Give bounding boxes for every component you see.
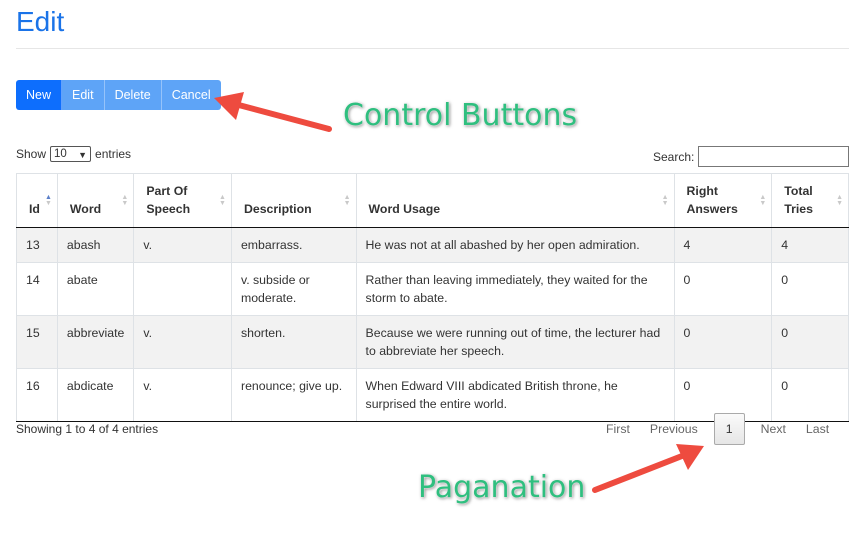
table-header-row: Id ▲ ▼ Word ▲ ▼ Part Of Speech ▲ ▼ Descript… bbox=[16, 173, 849, 228]
length-prefix: Show bbox=[16, 147, 47, 161]
pagination: First Previous 1 Next Last bbox=[596, 413, 839, 445]
cell-right-answers: 0 bbox=[673, 262, 773, 316]
search-label: Search: bbox=[653, 149, 695, 164]
cell-word-usage: Rather than leaving immediately, they wa… bbox=[355, 262, 675, 316]
column-header-part-of-speech[interactable]: Part Of Speech ▲ ▼ bbox=[133, 173, 232, 228]
page-1-button[interactable]: 1 bbox=[713, 413, 745, 445]
cancel-button[interactable]: Cancel bbox=[161, 80, 221, 110]
cell-part-of-speech bbox=[133, 262, 232, 316]
sort-icon: ▲ ▼ bbox=[759, 194, 767, 207]
edit-button[interactable]: Edit bbox=[62, 80, 105, 110]
table-row[interactable]: 14 abate v. subside or moderate. Rather … bbox=[16, 262, 849, 316]
search-control: Search: bbox=[653, 146, 850, 167]
cell-part-of-speech: v. bbox=[133, 315, 232, 369]
cell-word-usage: Because we were running out of time, the… bbox=[355, 315, 675, 369]
page-title: Edit bbox=[16, 6, 65, 37]
table-info: Showing 1 to 4 of 4 entries bbox=[16, 422, 159, 436]
search-input[interactable] bbox=[698, 146, 850, 167]
cell-id: 13 bbox=[16, 227, 58, 263]
length-suffix: entries bbox=[95, 147, 132, 161]
last-page-button[interactable]: Last bbox=[796, 413, 839, 445]
cell-description: embarrass. bbox=[230, 227, 357, 263]
delete-button[interactable]: Delete bbox=[104, 80, 162, 110]
chevron-down-icon: ▼ bbox=[78, 150, 88, 160]
column-header-total-tries[interactable]: Total Tries ▲ ▼ bbox=[771, 173, 849, 228]
entries-per-page-select[interactable]: 10 ▼ bbox=[50, 146, 92, 162]
entries-per-page-value: 10 bbox=[54, 148, 67, 160]
new-button[interactable]: New bbox=[16, 80, 63, 110]
cell-part-of-speech: v. bbox=[133, 368, 232, 422]
title-divider bbox=[16, 48, 849, 49]
table-row[interactable]: 13 abash v. embarrass. He was not at all… bbox=[16, 227, 849, 263]
sort-icon: ▲ ▼ bbox=[219, 194, 226, 207]
sort-icon: ▲ ▼ bbox=[836, 194, 843, 207]
control-button-group: New Edit Delete Cancel bbox=[16, 80, 221, 110]
sort-icon: ▲ ▼ bbox=[121, 194, 129, 207]
cell-word: abate bbox=[56, 262, 135, 316]
cell-id: 16 bbox=[16, 368, 58, 422]
entries-length-control: Show 10 ▼ entries bbox=[16, 146, 131, 162]
sort-icon: ▲ ▼ bbox=[661, 194, 669, 207]
cell-total-tries: 4 bbox=[771, 227, 849, 263]
sort-icon: ▲ ▼ bbox=[343, 194, 351, 207]
words-table: Id ▲ ▼ Word ▲ ▼ Part Of Speech ▲ ▼ Descript… bbox=[16, 173, 849, 422]
first-page-button[interactable]: First bbox=[596, 413, 640, 445]
column-header-description[interactable]: Description ▲ ▼ bbox=[230, 173, 357, 228]
cell-description: shorten. bbox=[230, 315, 357, 369]
cell-word-usage: He was not at all abashed by her open ad… bbox=[355, 227, 675, 263]
cell-right-answers: 4 bbox=[673, 227, 773, 263]
cell-word: abbreviate bbox=[56, 315, 135, 369]
cell-word: abash bbox=[56, 227, 135, 263]
annotation-control-buttons: Control Buttons bbox=[343, 98, 578, 133]
previous-page-button[interactable]: Previous bbox=[640, 413, 708, 445]
table-row[interactable]: 15 abbreviate v. shorten. Because we wer… bbox=[16, 315, 849, 369]
column-header-right-answers[interactable]: Right Answers ▲ ▼ bbox=[673, 173, 773, 228]
column-header-word[interactable]: Word ▲ ▼ bbox=[56, 173, 135, 228]
column-header-id[interactable]: Id ▲ ▼ bbox=[16, 173, 58, 228]
arrow-to-pagination-icon bbox=[592, 444, 704, 493]
cell-id: 15 bbox=[16, 315, 58, 369]
column-header-word-usage[interactable]: Word Usage ▲ ▼ bbox=[355, 173, 675, 228]
cell-id: 14 bbox=[16, 262, 58, 316]
cell-total-tries: 0 bbox=[771, 315, 849, 369]
next-page-button[interactable]: Next bbox=[751, 413, 796, 445]
sort-ascending-icon: ▲ ▼ bbox=[44, 194, 52, 207]
cell-part-of-speech: v. bbox=[133, 227, 232, 263]
cell-description: v. subside or moderate. bbox=[230, 262, 357, 316]
cell-word: abdicate bbox=[56, 368, 135, 422]
arrow-to-control-buttons-icon bbox=[214, 92, 332, 132]
cell-right-answers: 0 bbox=[673, 315, 773, 369]
cell-description: renounce; give up. bbox=[230, 368, 357, 422]
cell-total-tries: 0 bbox=[771, 262, 849, 316]
annotation-pagination: Paganation bbox=[418, 470, 586, 505]
